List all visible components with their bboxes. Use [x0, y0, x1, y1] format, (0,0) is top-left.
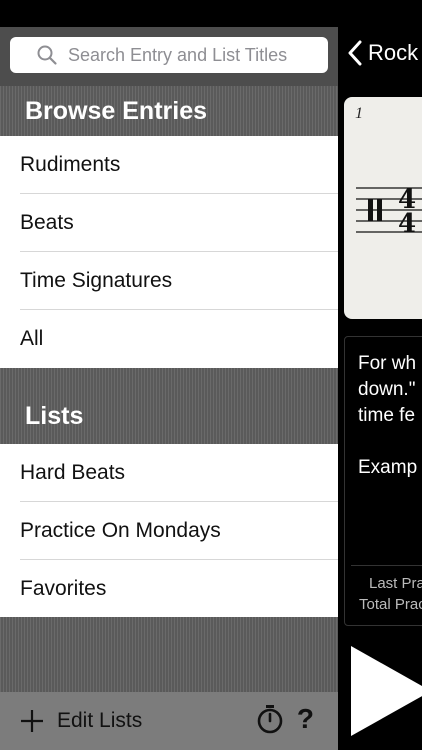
- total-practiced-label: Total Prac: [359, 596, 422, 613]
- list-item-practice-on-mondays[interactable]: Practice On Mondays: [0, 502, 338, 560]
- lists-header: Lists: [0, 368, 338, 444]
- browse-entries-header: Browse Entries: [0, 86, 338, 136]
- notation-card[interactable]: 1 4 4: [344, 97, 422, 319]
- browse-item-beats[interactable]: Beats: [0, 194, 338, 252]
- description-line-1: For wh: [358, 353, 417, 374]
- stats-divider: [351, 565, 422, 566]
- measure-number: 1: [355, 105, 363, 122]
- search-box[interactable]: [10, 37, 328, 73]
- back-button-label: Rock: [368, 40, 419, 65]
- chevron-left-icon: [348, 40, 362, 66]
- search-area: [0, 27, 338, 86]
- status-bar: [0, 0, 338, 27]
- entry-detail-panel: Rock 1 4 4 For wh down." time fe Examp L…: [338, 0, 422, 750]
- browse-item-rudiments[interactable]: Rudiments: [0, 136, 338, 194]
- time-signature-bottom: 4: [398, 209, 416, 239]
- plus-icon: [21, 710, 43, 732]
- stopwatch-icon[interactable]: [257, 704, 283, 734]
- play-icon[interactable]: [351, 646, 422, 736]
- description-line-3: time fe: [358, 405, 416, 426]
- sidebar-empty-area: [0, 617, 338, 692]
- browse-entries-list: Rudiments Beats Time Signatures All: [0, 136, 338, 368]
- edit-lists-button[interactable]: Edit Lists: [20, 709, 142, 733]
- last-practiced-label: Last Pra: [369, 575, 422, 592]
- browse-item-all[interactable]: All: [0, 310, 338, 368]
- edit-lists-label: Edit Lists: [57, 709, 143, 732]
- description-line-2: down.": [358, 379, 416, 400]
- list-item-hard-beats[interactable]: Hard Beats: [0, 444, 338, 502]
- help-icon[interactable]: ?: [297, 705, 314, 733]
- back-button[interactable]: Rock: [348, 40, 418, 66]
- sidebar: Browse Entries Rudiments Beats Time Sign…: [0, 0, 338, 750]
- search-input[interactable]: [68, 44, 328, 66]
- browse-item-time-signatures[interactable]: Time Signatures: [0, 252, 338, 310]
- search-icon: [37, 45, 57, 65]
- description-line-4: Examp: [358, 457, 418, 478]
- description-card: For wh down." time fe Examp Last Pra Tot…: [344, 336, 422, 626]
- bottom-toolbar: Edit Lists ?: [0, 692, 338, 750]
- practice-stats: Last Pra Total Prac: [359, 573, 422, 615]
- toolbar-right-actions: ?: [257, 704, 314, 734]
- lists-list: Hard Beats Practice On Mondays Favorites: [0, 444, 338, 618]
- list-item-favorites[interactable]: Favorites: [0, 560, 338, 618]
- staff-notation: 4 4: [356, 185, 422, 239]
